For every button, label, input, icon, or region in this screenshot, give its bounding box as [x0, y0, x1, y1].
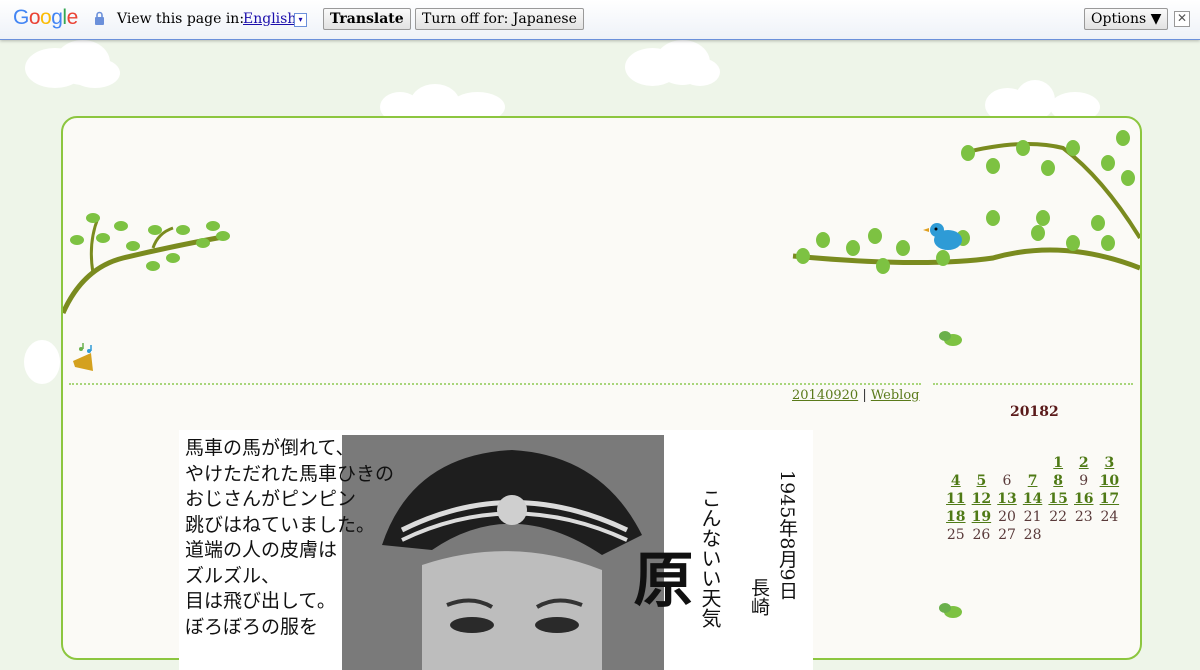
post-image[interactable]: 馬車の馬が倒れて、 やけただれた馬車ひきの おじさんがピンピン 跳びはねていまし…	[179, 430, 813, 670]
language-select[interactable]: English	[243, 11, 296, 27]
poem-text: 馬車の馬が倒れて、 やけただれた馬車ひきの おじさんがピンピン 跳びはねていまし…	[185, 437, 395, 638]
date-vertical-text: 1945年8月9日	[776, 470, 798, 600]
calendar-day: 28	[1023, 527, 1042, 543]
calendar-week: 4 5 6 7 8 9 10	[943, 472, 1122, 490]
calendar-day-link[interactable]: 16	[1074, 491, 1093, 507]
calendar-day	[1020, 454, 1046, 472]
close-icon[interactable]: ✕	[1174, 11, 1190, 27]
calendar-day: 6	[1002, 473, 1012, 489]
bird-icon	[923, 223, 962, 250]
post-meta: 20140920 | Weblog	[792, 388, 919, 403]
calendar-day[interactable]: 16	[1071, 490, 1097, 508]
calendar-day[interactable]: 3	[1097, 454, 1123, 472]
megaphone-icon	[73, 343, 93, 371]
google-logo: Google	[13, 6, 78, 29]
calendar-day: 26	[972, 527, 991, 543]
calendar-day-link[interactable]: 5	[977, 473, 987, 489]
divider	[933, 383, 1133, 385]
calendar-day-link[interactable]: 19	[972, 509, 991, 525]
calendar-day: 20	[998, 509, 1016, 525]
calendar-day[interactable]: 15	[1045, 490, 1071, 508]
calendar-day	[994, 454, 1020, 472]
calendar-day-link[interactable]: 17	[1100, 491, 1119, 507]
calendar-day-link[interactable]: 7	[1028, 473, 1038, 489]
meta-separator: |	[862, 388, 867, 403]
calendar-week: 11 12 13 14 15 16 17	[943, 490, 1122, 508]
calendar-week: 25 26 27 28	[943, 526, 1122, 544]
calendar-day-link[interactable]: 1	[1053, 455, 1063, 471]
calendar-day[interactable]: 5	[969, 472, 995, 490]
calendar-day[interactable]: 8	[1045, 472, 1071, 490]
calendar-day: 9	[1079, 473, 1089, 489]
calendar-day[interactable]: 14	[1020, 490, 1046, 508]
leaf-icon	[939, 603, 962, 618]
calendar-day: 27	[998, 527, 1016, 543]
calendar-day[interactable]: 18	[943, 508, 969, 526]
calendar-day-link[interactable]: 15	[1048, 491, 1067, 507]
turn-off-button[interactable]: Turn off for: Japanese	[415, 8, 584, 30]
caption-vertical-text: こんないい天気	[698, 488, 722, 628]
calendar-day: 22	[1049, 509, 1068, 525]
category-link[interactable]: Weblog	[871, 388, 920, 403]
calendar-day-link[interactable]: 13	[997, 491, 1016, 507]
calendar-day[interactable]: 4	[943, 472, 969, 490]
calendar-day	[1045, 526, 1071, 544]
calendar-day	[943, 454, 969, 472]
calendar-day[interactable]: 11	[943, 490, 969, 508]
calendar-day[interactable]: 12	[969, 490, 995, 508]
options-button[interactable]: Options ▼	[1084, 8, 1169, 30]
place-vertical-text: 長崎	[748, 578, 770, 616]
calendar-day: 21	[1023, 509, 1042, 525]
calendar-day[interactable]: 2	[1071, 454, 1097, 472]
calendar-day-link[interactable]: 10	[1100, 473, 1119, 489]
calendar-day: 25	[946, 527, 965, 543]
divider	[69, 383, 921, 385]
calendar-day[interactable]: 19	[969, 508, 995, 526]
calendar-day[interactable]: 7	[1020, 472, 1046, 490]
translate-bar: Google View this page in: English ▾ Tran…	[0, 0, 1200, 40]
calendar-day	[1071, 526, 1097, 544]
calendar-day-link[interactable]: 12	[972, 491, 991, 507]
calendar-day	[1097, 526, 1123, 544]
chevron-down-icon[interactable]: ▾	[294, 13, 307, 27]
calendar-day	[969, 454, 995, 472]
calendar-day-link[interactable]: 2	[1079, 455, 1089, 471]
calendar-week: 123	[943, 454, 1122, 472]
leaf-icon	[939, 331, 962, 346]
calendar-title: 20182	[1010, 404, 1059, 420]
translate-button[interactable]: Translate	[323, 8, 411, 30]
calendar-day-link[interactable]: 18	[946, 509, 965, 525]
calendar-week: 18 19 20 21 22 23 24	[943, 508, 1122, 526]
calendar-day[interactable]: 13	[994, 490, 1020, 508]
calendar-day-link[interactable]: 14	[1023, 491, 1042, 507]
calendar-day[interactable]: 17	[1097, 490, 1123, 508]
calendar-day-link[interactable]: 3	[1104, 455, 1114, 471]
content-card: 20140920 | Weblog 馬車の馬が倒れて、 やけただれた馬車ひきの …	[61, 116, 1142, 670]
calendar-day-link[interactable]: 4	[951, 473, 961, 489]
calendar-day-link[interactable]: 8	[1053, 473, 1063, 489]
calendar-day-link[interactable]: 11	[946, 491, 965, 507]
name-vertical-text: 原	[623, 548, 693, 608]
calendar-day: 23	[1074, 509, 1093, 525]
lock-icon	[95, 11, 104, 25]
calendar-day: 24	[1100, 509, 1119, 525]
calendar: 1 2 3 4 5 6 7 8 9 10 11 12 13 14 15 16 17 18 19 20 21 22 23 24 2…	[943, 454, 1122, 544]
calendar-day[interactable]: 10	[1097, 472, 1123, 490]
header-tree-illustration	[63, 130, 1140, 315]
post-date-link[interactable]: 20140920	[792, 388, 858, 403]
calendar-day[interactable]: 1	[1045, 454, 1071, 472]
view-page-label: View this page in:	[117, 11, 245, 27]
